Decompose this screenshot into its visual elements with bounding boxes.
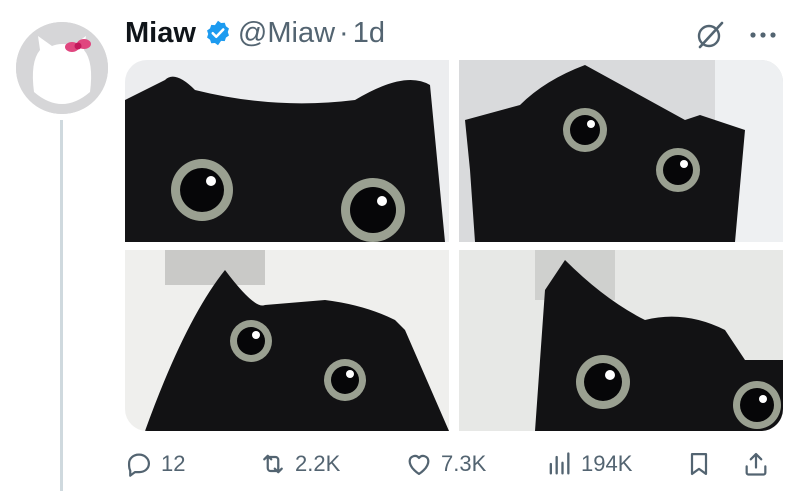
- cat-photo-3[interactable]: [125, 250, 449, 431]
- verified-badge-icon: [206, 20, 229, 46]
- like-icon: [408, 454, 430, 476]
- post-time[interactable]: 1d: [353, 17, 385, 50]
- action-bar: 12 2.2K 7.3K 194K: [125, 444, 785, 484]
- author-handle[interactable]: @Miaw: [238, 17, 335, 50]
- reply-button[interactable]: 12: [125, 444, 185, 484]
- cat-photo-2[interactable]: [459, 60, 783, 242]
- cat-photo-1[interactable]: [125, 60, 449, 243]
- reply-count: 12: [161, 451, 186, 476]
- bookmark-icon: [690, 452, 708, 476]
- views-count: 194K: [581, 451, 633, 476]
- thread-line: [60, 120, 63, 491]
- separator-dot: ·: [339, 16, 349, 49]
- share-icon: [745, 452, 767, 476]
- retweet-button[interactable]: 2.2K: [259, 444, 340, 484]
- views-button[interactable]: 194K: [545, 444, 632, 484]
- media-grid[interactable]: [125, 60, 783, 431]
- retweet-icon: [263, 454, 283, 474]
- like-count: 7.3K: [441, 451, 487, 476]
- avatar[interactable]: [16, 22, 108, 114]
- bookmark-button[interactable]: [685, 444, 721, 484]
- share-button[interactable]: [742, 444, 778, 484]
- like-button[interactable]: 7.3K: [405, 444, 486, 484]
- author-name[interactable]: Miaw: [125, 17, 196, 50]
- grok-icon[interactable]: [694, 19, 726, 51]
- more-icon[interactable]: [748, 22, 778, 48]
- retweet-count: 2.2K: [295, 451, 341, 476]
- cat-photo-4[interactable]: [459, 250, 783, 431]
- reply-icon: [127, 453, 151, 477]
- post-header: Miaw @Miaw · 1d: [125, 12, 780, 54]
- views-icon: [549, 452, 570, 475]
- avatar-hello-kitty-icon: [16, 22, 108, 114]
